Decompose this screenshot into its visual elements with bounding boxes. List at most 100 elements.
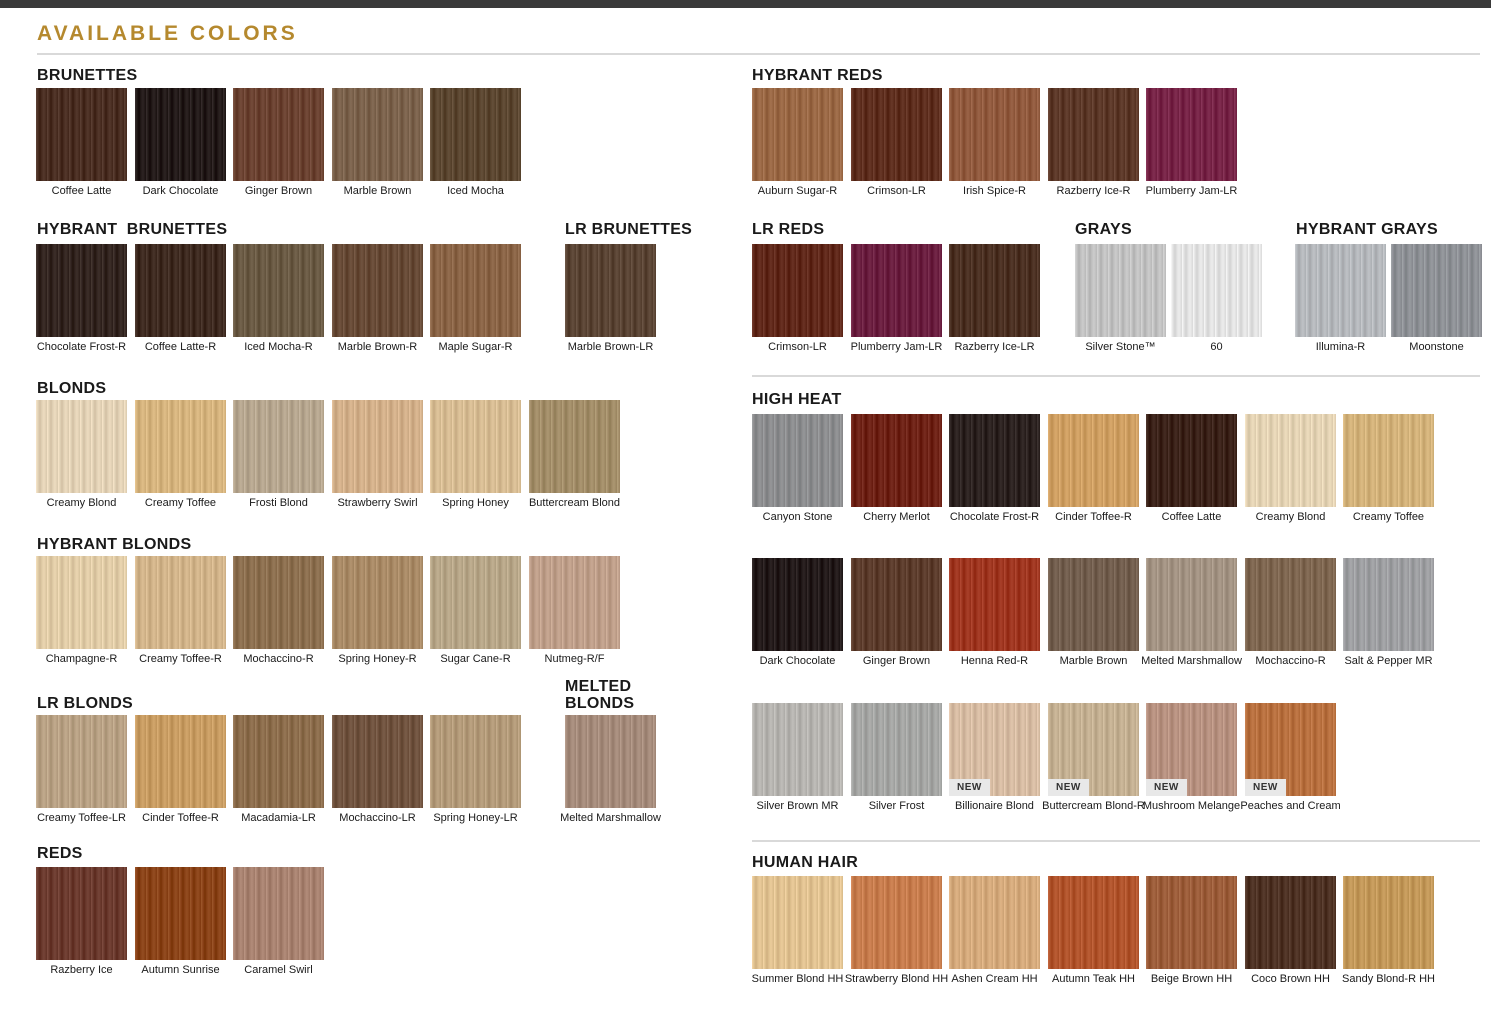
color-swatch[interactable] — [1048, 414, 1139, 507]
color-swatch[interactable] — [233, 400, 324, 493]
color-swatch[interactable] — [135, 556, 226, 649]
color-swatch[interactable] — [1245, 876, 1336, 969]
swatch-label: Marble Brown — [1059, 655, 1128, 667]
color-swatch[interactable] — [430, 556, 521, 649]
color-swatch[interactable] — [949, 244, 1040, 337]
color-swatch[interactable] — [430, 400, 521, 493]
color-swatch[interactable] — [135, 715, 226, 808]
right-divider-2 — [752, 840, 1480, 842]
swatch-label: Plumberry Jam-LR — [850, 341, 943, 353]
color-swatch[interactable] — [529, 556, 620, 649]
swatch-label: Strawberry Blond HH — [844, 973, 949, 985]
color-swatch[interactable] — [851, 558, 942, 651]
color-swatch[interactable] — [36, 867, 127, 960]
swatch-label: Sugar Cane-R — [440, 653, 511, 665]
color-swatch[interactable] — [1391, 244, 1482, 337]
color-swatch[interactable]: NEW — [1245, 703, 1336, 796]
color-swatch[interactable] — [529, 400, 620, 493]
color-swatch[interactable] — [1245, 558, 1336, 651]
swatch-label: Razberry Ice — [50, 964, 113, 976]
color-swatch[interactable] — [233, 244, 324, 337]
color-swatch[interactable] — [135, 400, 226, 493]
swatch-label: Plumberry Jam-LR — [1145, 185, 1238, 197]
color-swatch[interactable] — [752, 88, 843, 181]
color-swatch[interactable]: NEW — [949, 703, 1040, 796]
swatch-label: Silver Stone™ — [1085, 341, 1156, 353]
color-swatch[interactable] — [752, 244, 843, 337]
swatch-label: Silver Frost — [868, 800, 925, 812]
new-badge: NEW — [1245, 779, 1286, 796]
swatch-label: Crimson-LR — [867, 185, 926, 197]
swatch-label: Henna Red-R — [960, 655, 1029, 667]
color-swatch[interactable] — [36, 244, 127, 337]
swatch-label: Creamy Blond — [46, 497, 117, 509]
color-swatch[interactable] — [233, 715, 324, 808]
color-swatch[interactable] — [332, 556, 423, 649]
color-swatch[interactable] — [1146, 558, 1237, 651]
color-swatch[interactable]: NEW — [1048, 703, 1139, 796]
swatch-label: Strawberry Swirl — [337, 497, 418, 509]
color-swatch[interactable]: NEW — [1146, 703, 1237, 796]
color-swatch[interactable] — [1245, 414, 1336, 507]
color-swatch[interactable] — [233, 88, 324, 181]
color-swatch[interactable] — [1343, 876, 1434, 969]
section-brunettes: BRUNETTES — [37, 67, 138, 84]
swatch-label: Beige Brown HH — [1150, 973, 1233, 985]
color-swatch[interactable] — [1048, 558, 1139, 651]
color-swatch[interactable] — [135, 88, 226, 181]
color-swatch[interactable] — [851, 876, 942, 969]
color-swatch[interactable] — [851, 88, 942, 181]
swatch-label: Ginger Brown — [244, 185, 313, 197]
color-swatch[interactable] — [1048, 876, 1139, 969]
swatch-label: Auburn Sugar-R — [757, 185, 838, 197]
color-swatch[interactable] — [36, 715, 127, 808]
section-melted-blonds: MELTED BLONDS — [565, 678, 635, 712]
color-swatch[interactable] — [851, 703, 942, 796]
color-swatch[interactable] — [36, 88, 127, 181]
color-swatch[interactable] — [135, 244, 226, 337]
color-swatch[interactable] — [332, 400, 423, 493]
color-swatch[interactable] — [1146, 414, 1237, 507]
color-swatch[interactable] — [1075, 244, 1166, 337]
color-swatch[interactable] — [332, 244, 423, 337]
swatch-label: Illumina-R — [1315, 341, 1366, 353]
swatch-label: Dark Chocolate — [759, 655, 836, 667]
color-swatch[interactable] — [752, 414, 843, 507]
color-swatch[interactable] — [332, 88, 423, 181]
swatch-label: Ginger Brown — [862, 655, 931, 667]
color-swatch[interactable] — [851, 414, 942, 507]
color-swatch[interactable] — [949, 414, 1040, 507]
section-human-hair: HUMAN HAIR — [752, 854, 859, 871]
color-swatch[interactable] — [565, 715, 656, 808]
color-swatch[interactable] — [135, 867, 226, 960]
color-swatch[interactable] — [36, 400, 127, 493]
swatch-label: Coco Brown HH — [1251, 973, 1330, 985]
color-swatch[interactable] — [752, 558, 843, 651]
swatch-label: Coffee Latte — [1161, 511, 1222, 523]
color-swatch[interactable] — [1295, 244, 1386, 337]
color-swatch[interactable] — [36, 556, 127, 649]
color-swatch[interactable] — [430, 88, 521, 181]
swatch-label: Nutmeg-R/F — [544, 653, 605, 665]
color-swatch[interactable] — [752, 703, 843, 796]
color-swatch[interactable] — [565, 244, 656, 337]
color-swatch[interactable] — [233, 867, 324, 960]
color-swatch[interactable] — [1171, 244, 1262, 337]
color-swatch[interactable] — [430, 715, 521, 808]
color-swatch[interactable] — [949, 88, 1040, 181]
color-swatch[interactable] — [752, 876, 843, 969]
color-swatch[interactable] — [1146, 876, 1237, 969]
color-swatch[interactable] — [1048, 88, 1139, 181]
color-swatch[interactable] — [949, 558, 1040, 651]
color-swatch[interactable] — [1343, 558, 1434, 651]
color-swatch[interactable] — [233, 556, 324, 649]
color-swatch[interactable] — [1146, 88, 1237, 181]
color-swatch[interactable] — [332, 715, 423, 808]
swatch-label: Creamy Toffee-R — [139, 653, 222, 665]
color-swatch[interactable] — [851, 244, 942, 337]
color-swatch[interactable] — [1343, 414, 1434, 507]
color-swatch[interactable] — [949, 876, 1040, 969]
color-swatch[interactable] — [430, 244, 521, 337]
swatch-label: Dark Chocolate — [142, 185, 219, 197]
swatch-label: Crimson-LR — [768, 341, 827, 353]
